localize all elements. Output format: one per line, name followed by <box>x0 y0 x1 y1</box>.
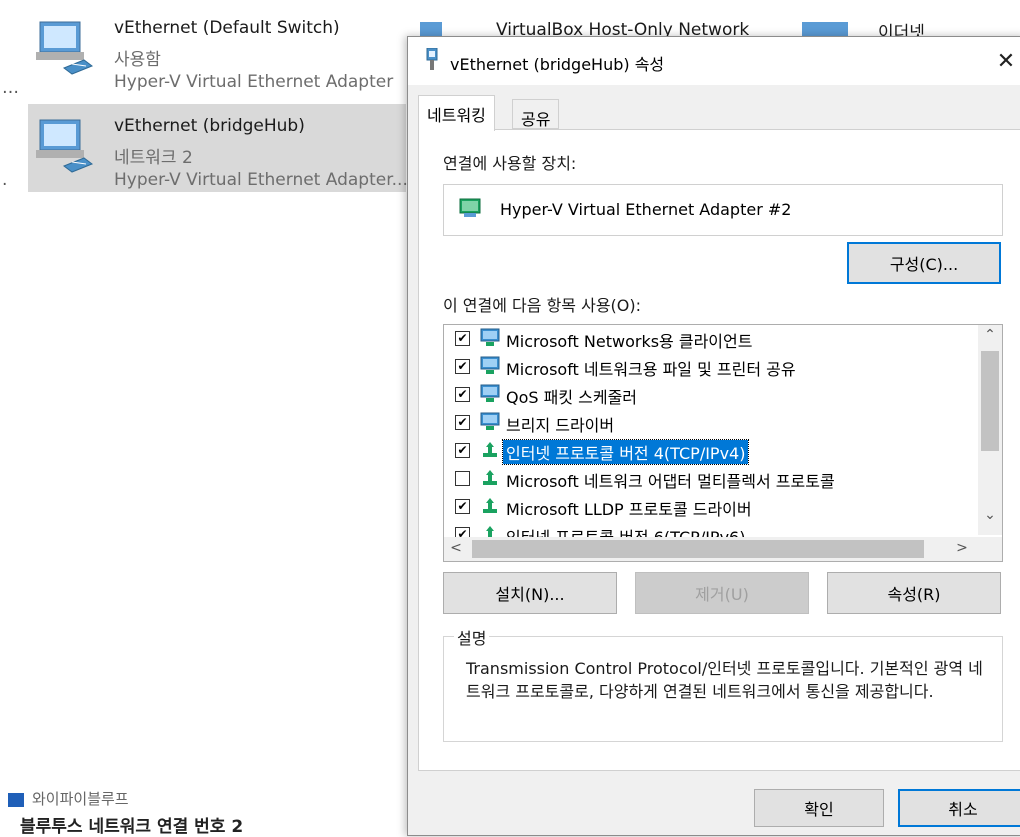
dialog-title: vEthernet (bridgeHub) 속성 <box>450 55 665 74</box>
network-service-icon <box>480 356 500 374</box>
horizontal-scrollbar[interactable]: < > <box>444 537 980 561</box>
components-list[interactable]: ✔ Microsoft Networks용 클라이언트 ✔ Microsoft … <box>443 324 1003 562</box>
network-service-icon <box>480 412 500 430</box>
protocol-icon <box>483 470 497 485</box>
tab-sharing[interactable]: 공유 <box>512 99 560 129</box>
list-item[interactable]: Microsoft 네트워크 어댑터 멀티플렉서 프로토콜 <box>444 465 974 493</box>
items-label: 이 연결에 다음 항목 사용(O): <box>443 296 642 315</box>
network-client-icon <box>480 328 500 346</box>
connect-using-label: 연결에 사용할 장치: <box>443 154 577 173</box>
protocol-icon <box>483 498 497 513</box>
component-label: Microsoft LLDP 프로토콜 드라이버 <box>506 500 752 519</box>
description-group: 설명 Transmission Control Protocol/인터넷 프로토… <box>443 625 1003 742</box>
network-adapter-icon <box>36 21 94 75</box>
network-adapter-icon <box>36 119 94 173</box>
truncation-dots: . <box>2 170 8 190</box>
component-checkbox[interactable]: ✔ <box>455 499 470 514</box>
cancel-button[interactable]: 취소 <box>898 789 1020 827</box>
component-label: Microsoft 네트워크용 파일 및 프린터 공유 <box>506 360 796 379</box>
device-field: Hyper-V Virtual Ethernet Adapter #2 <box>443 184 1003 236</box>
connection-status: 사용함 <box>114 50 161 70</box>
connection-name: vEthernet (Default Switch) <box>114 18 340 38</box>
ethernet-connection[interactable]: 이더넷 <box>800 16 1020 43</box>
horizontal-scroll-thumb[interactable] <box>472 540 924 558</box>
list-item[interactable]: ✔ QoS 패킷 스케줄러 <box>444 381 974 409</box>
tab-networking[interactable]: 네트워킹 <box>418 95 495 131</box>
scroll-up-arrow[interactable]: ⌃ <box>978 327 1002 343</box>
component-checkbox[interactable]: ✔ <box>455 331 470 346</box>
network-adapter-icon <box>420 22 442 36</box>
vertical-scrollbar[interactable]: ⌃ ⌄ <box>978 325 1002 535</box>
scroll-down-arrow[interactable]: ⌄ <box>978 507 1002 523</box>
connection-name: vEthernet (bridgeHub) <box>114 116 305 136</box>
properties-dialog: vEthernet (bridgeHub) 속성 ✕ 네트워킹 공유 연결에 사… <box>407 36 1020 836</box>
component-checkbox[interactable]: ✔ <box>455 359 470 374</box>
protocol-icon <box>483 442 497 457</box>
component-label: QoS 패킷 스케줄러 <box>506 388 638 407</box>
scrollbar-corner <box>978 537 1002 561</box>
scroll-right-arrow[interactable]: > <box>950 540 974 556</box>
uninstall-button[interactable]: 제거(U) <box>635 572 809 614</box>
list-item[interactable]: ✔ Microsoft 네트워크용 파일 및 프린터 공유 <box>444 353 974 381</box>
connection-default-switch[interactable]: vEthernet (Default Switch) 사용함 Hyper-V V… <box>28 6 406 94</box>
connection-device: Hyper-V Virtual Ethernet Adapter... <box>114 170 408 190</box>
list-item[interactable]: ✔ 브리지 드라이버 <box>444 409 974 437</box>
device-name: Hyper-V Virtual Ethernet Adapter #2 <box>500 200 792 219</box>
network-adapter-icon <box>802 22 848 36</box>
scroll-left-arrow[interactable]: < <box>444 540 468 556</box>
component-label: Microsoft 네트워크 어댑터 멀티플렉서 프로토콜 <box>506 472 835 491</box>
network-connections-window: … . vEthernet (Default Switch) 사용함 Hyper… <box>0 0 408 837</box>
component-checkbox[interactable]: ✔ <box>455 443 470 458</box>
description-title: 설명 <box>454 625 490 649</box>
component-label: 브리지 드라이버 <box>506 416 615 435</box>
list-item[interactable]: ✔ Microsoft Networks용 클라이언트 <box>444 325 974 353</box>
connection-device: Hyper-V Virtual Ethernet Adapter <box>114 72 394 92</box>
vertical-scroll-thumb[interactable] <box>981 351 999 451</box>
network-adapter-icon <box>426 48 438 70</box>
networking-panel: 연결에 사용할 장치: Hyper-V Virtual Ethernet Ada… <box>418 129 1020 771</box>
component-checkbox[interactable]: ✔ <box>455 387 470 402</box>
wifi-icon <box>8 792 24 807</box>
title-bar[interactable]: vEthernet (bridgeHub) 속성 ✕ <box>408 37 1020 85</box>
network-adapter-icon <box>459 198 481 217</box>
wifi-connection-label[interactable]: 와이파이블루프 <box>8 788 129 809</box>
component-label: Microsoft Networks용 클라이언트 <box>506 332 753 351</box>
component-label: 인터넷 프로토콜 버전 4(TCP/IPv4) <box>501 439 750 465</box>
ok-button[interactable]: 확인 <box>754 789 884 827</box>
component-checkbox[interactable]: ✔ <box>455 415 470 430</box>
connection-status: 네트워크 2 <box>114 148 193 168</box>
component-checkbox[interactable] <box>455 471 470 486</box>
virtualbox-connection[interactable]: VirtualBox Host-Only Network <box>418 16 778 40</box>
properties-button[interactable]: 속성(R) <box>827 572 1001 614</box>
close-button[interactable]: ✕ <box>986 45 1020 81</box>
configure-button[interactable]: 구성(C)... <box>847 242 1001 284</box>
connection-bridgehub[interactable]: vEthernet (bridgeHub) 네트워크 2 Hyper-V Vir… <box>28 104 408 192</box>
list-item-selected[interactable]: ✔ 인터넷 프로토콜 버전 4(TCP/IPv4) <box>444 437 974 465</box>
network-service-icon <box>480 384 500 402</box>
install-button[interactable]: 설치(N)... <box>443 572 617 614</box>
truncation-dots: … <box>2 78 19 98</box>
list-item[interactable]: ✔ Microsoft LLDP 프로토콜 드라이버 <box>444 493 974 521</box>
description-text: Transmission Control Protocol/인터넷 프로토콜입니… <box>466 659 983 701</box>
